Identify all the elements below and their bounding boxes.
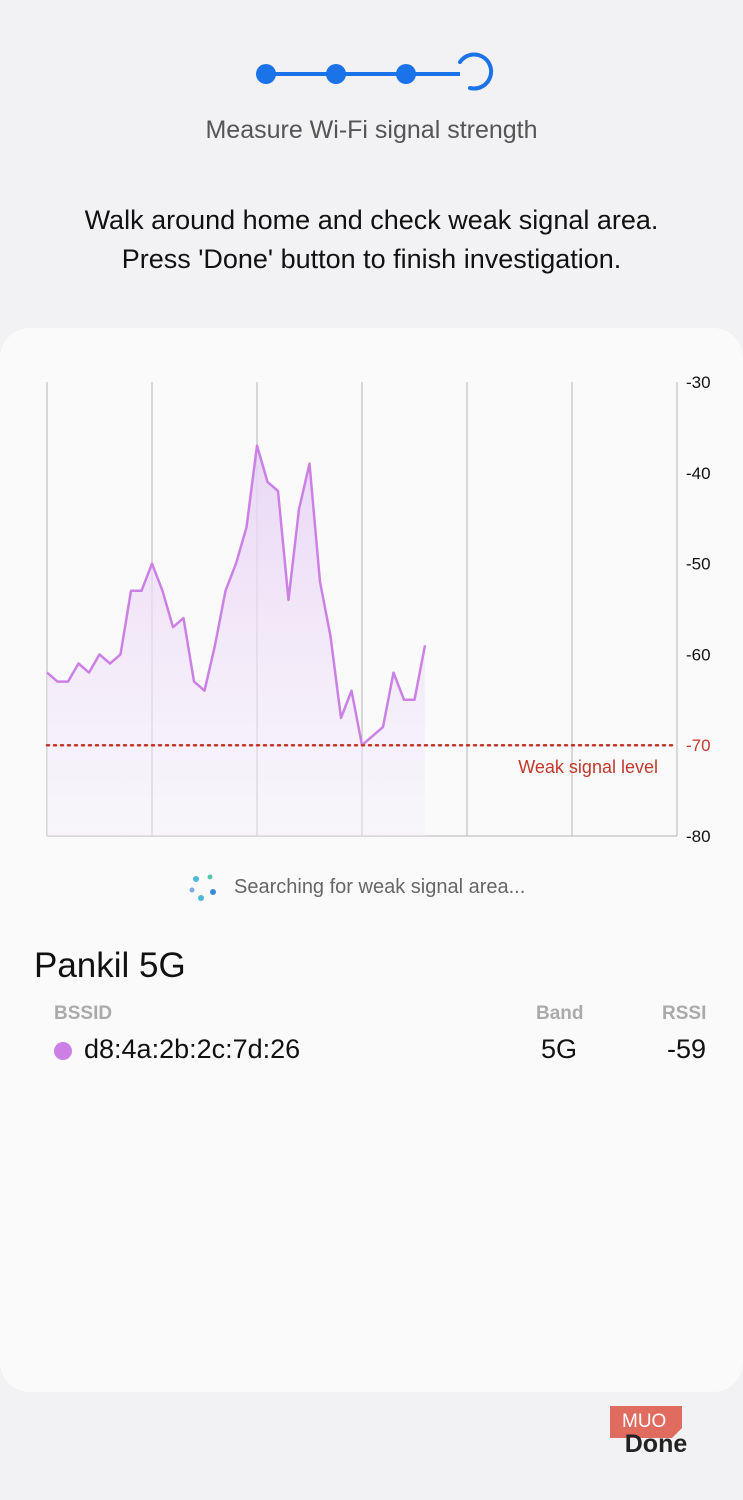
y-tick-label: -40 bbox=[686, 464, 711, 483]
y-tick-label: -60 bbox=[686, 645, 711, 664]
rssi-column-header: RSSI bbox=[662, 1003, 707, 1024]
weak-signal-label: Weak signal level bbox=[518, 757, 658, 777]
step-2-dot bbox=[326, 64, 346, 84]
rssi-value: -59 bbox=[667, 1034, 707, 1064]
bssid-column-header: BSSID bbox=[54, 1003, 113, 1024]
step-4-spinner bbox=[458, 52, 494, 91]
searching-text: Searching for weak signal area... bbox=[234, 875, 526, 898]
y-tick-label: -70 bbox=[686, 736, 711, 755]
instructions-text: Walk around home and check weak signal a… bbox=[20, 201, 723, 279]
loading-dots-icon bbox=[189, 874, 216, 901]
y-tick-label: -50 bbox=[686, 555, 711, 574]
band-value: 5G bbox=[541, 1034, 578, 1064]
done-area: MUO Done bbox=[606, 1400, 706, 1466]
signal-area-fill bbox=[47, 445, 425, 836]
step-1-dot bbox=[256, 64, 276, 84]
progress-stepper bbox=[256, 52, 494, 91]
bssid-value: d8:4a:2b:2c:7d:26 bbox=[84, 1034, 301, 1064]
done-button[interactable]: Done bbox=[606, 1426, 706, 1463]
band-column-header: Band bbox=[536, 1003, 584, 1024]
instructions-line-1: Walk around home and check weak signal a… bbox=[84, 205, 659, 235]
series-color-dot bbox=[54, 1042, 72, 1060]
signal-card: Weak signal level -30 -40 -50 -60 -70 -80 Sea… bbox=[0, 328, 743, 1392]
searching-status: Searching for weak signal area... bbox=[188, 872, 525, 902]
network-name: Pankil 5G bbox=[34, 946, 186, 985]
instructions-line-2: Press 'Done' button to finish investigat… bbox=[121, 244, 622, 274]
y-tick-label: -80 bbox=[686, 827, 711, 846]
y-tick-label: -30 bbox=[686, 373, 711, 392]
signal-chart: Weak signal level -30 -40 -50 -60 -70 -80 bbox=[45, 373, 711, 846]
step-3-dot bbox=[396, 64, 416, 84]
page-subtitle: Measure Wi-Fi signal strength bbox=[205, 116, 538, 144]
